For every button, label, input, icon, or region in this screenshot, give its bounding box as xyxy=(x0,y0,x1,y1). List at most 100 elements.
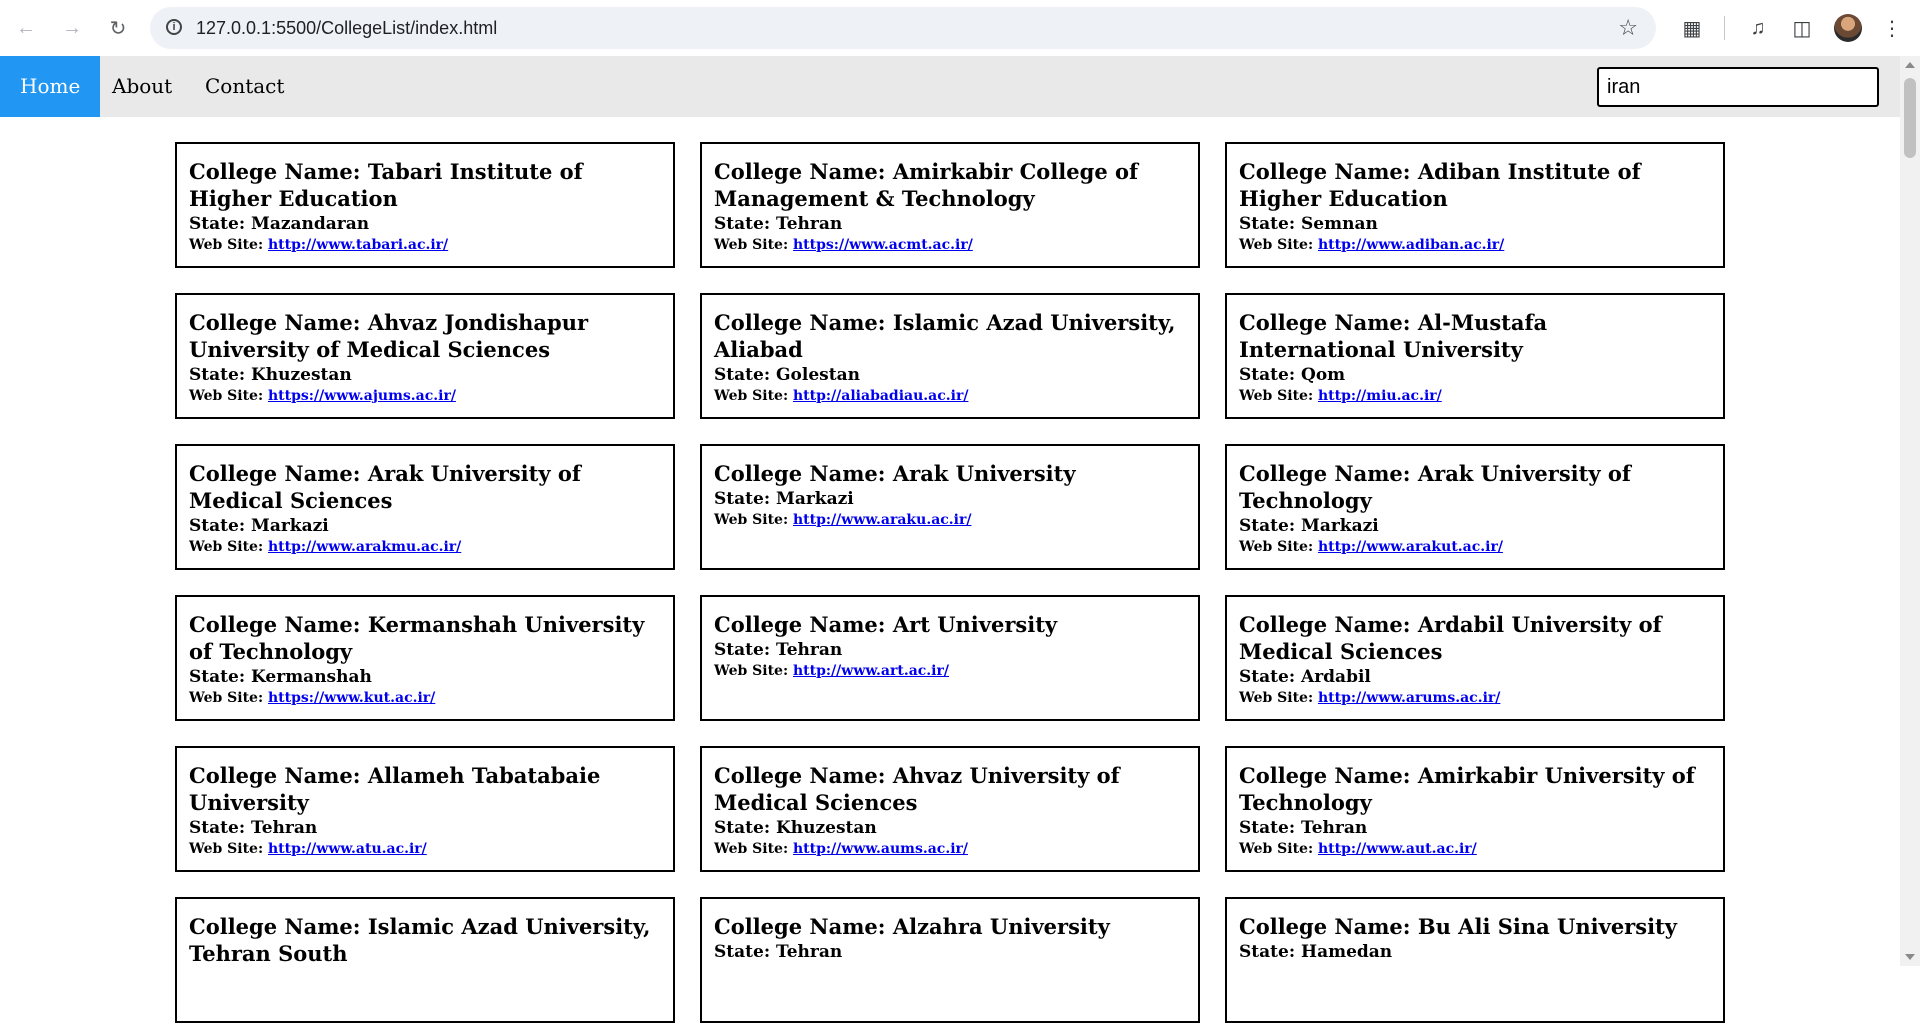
college-name: College Name: Allameh Tabatabaie Univers… xyxy=(189,762,661,816)
college-state: State: Tehran xyxy=(189,816,661,840)
college-card: College Name: Bu Ali Sina University Stat… xyxy=(1225,897,1725,1023)
site-info-icon[interactable]: i xyxy=(166,19,182,35)
state-value: Qom xyxy=(1301,365,1346,385)
college-state: State: Hamedan xyxy=(1239,940,1711,964)
website-label: Web Site: xyxy=(714,512,793,528)
college-card: College Name: Ahvaz Jondishapur Universi… xyxy=(175,293,675,419)
college-name-value: Art University xyxy=(892,612,1058,637)
college-name: College Name: Arak University of Medical… xyxy=(189,460,661,514)
website-link[interactable]: https://www.kut.ac.ir/ xyxy=(268,690,435,706)
college-name: College Name: Islamic Azad University, T… xyxy=(189,913,661,967)
bookmark-star-icon[interactable]: ☆ xyxy=(1618,15,1638,41)
back-arrow-icon[interactable]: ← xyxy=(10,12,42,44)
nav-contact[interactable]: Contact xyxy=(185,56,304,117)
college-name-label: College Name: xyxy=(714,159,893,184)
toolbar-divider xyxy=(1724,16,1725,40)
scroll-thumb[interactable] xyxy=(1904,78,1916,158)
website-label: Web Site: xyxy=(189,237,268,253)
state-value: Tehran xyxy=(1301,818,1368,838)
website-link[interactable]: http://www.arakut.ac.ir/ xyxy=(1318,539,1503,555)
website-link[interactable]: https://www.acmt.ac.ir/ xyxy=(793,237,973,253)
state-value: Kermanshah xyxy=(251,667,372,687)
college-website: Web Site: https://www.acmt.ac.ir/ xyxy=(714,236,1186,254)
page-scrollbar[interactable] xyxy=(1900,56,1920,966)
college-state: State: Tehran xyxy=(714,638,1186,662)
website-link[interactable]: http://www.tabari.ac.ir/ xyxy=(268,237,448,253)
extensions-puzzle-icon[interactable]: ▦ xyxy=(1676,12,1708,44)
website-link[interactable]: http://www.aut.ac.ir/ xyxy=(1318,841,1477,857)
profile-avatar[interactable] xyxy=(1834,14,1862,42)
website-link[interactable]: http://www.araku.ac.ir/ xyxy=(793,512,971,528)
college-name: College Name: Ahvaz Jondishapur Universi… xyxy=(189,309,661,363)
address-bar[interactable]: i 127.0.0.1:5500/CollegeList/index.html … xyxy=(150,7,1656,49)
website-link[interactable]: http://www.arums.ac.ir/ xyxy=(1318,690,1500,706)
state-label: State: xyxy=(189,818,252,838)
college-card: College Name: Alzahra University State: T… xyxy=(700,897,1200,1023)
state-value: Tehran xyxy=(776,942,843,962)
website-link[interactable]: http://aliabadiau.ac.ir/ xyxy=(793,388,968,404)
college-card: College Name: Amirkabir College of Manag… xyxy=(700,142,1200,268)
college-name: College Name: Amirkabir College of Manag… xyxy=(714,158,1186,212)
website-link[interactable]: http://www.aums.ac.ir/ xyxy=(793,841,968,857)
browser-toolbar: ← → ↻ i 127.0.0.1:5500/CollegeList/index… xyxy=(0,0,1920,56)
college-state: State: Kermanshah xyxy=(189,665,661,689)
college-website: Web Site: http://www.art.ac.ir/ xyxy=(714,662,1186,680)
college-name-value: Alzahra University xyxy=(892,914,1110,939)
college-name-label: College Name: xyxy=(189,763,368,788)
college-name: College Name: Tabari Institute of Higher… xyxy=(189,158,661,212)
media-queue-icon[interactable]: ♫ xyxy=(1742,12,1774,44)
college-website: Web Site: http://www.aut.ac.ir/ xyxy=(1239,840,1711,858)
college-card: College Name: Al-Mustafa International U… xyxy=(1225,293,1725,419)
menu-dots-icon[interactable]: ⋮ xyxy=(1876,12,1908,44)
college-card: College Name: Arak University of Technol… xyxy=(1225,444,1725,570)
college-state: State: Ardabil xyxy=(1239,665,1711,689)
college-state: State: Mazandaran xyxy=(189,212,661,236)
website-label: Web Site: xyxy=(714,663,793,679)
website-link[interactable]: http://miu.ac.ir/ xyxy=(1318,388,1442,404)
college-website: Web Site: http://www.arakmu.ac.ir/ xyxy=(189,538,661,556)
website-link[interactable]: http://www.atu.ac.ir/ xyxy=(268,841,427,857)
college-name: College Name: Al-Mustafa International U… xyxy=(1239,309,1711,363)
college-name: College Name: Ahvaz University of Medica… xyxy=(714,762,1186,816)
website-label: Web Site: xyxy=(714,237,793,253)
website-link[interactable]: http://www.adiban.ac.ir/ xyxy=(1318,237,1504,253)
state-value: Markazi xyxy=(776,489,854,509)
side-panel-icon[interactable]: ◫ xyxy=(1786,12,1818,44)
reload-icon[interactable]: ↻ xyxy=(102,12,134,44)
state-value: Golestan xyxy=(776,365,860,385)
college-state: State: Markazi xyxy=(189,514,661,538)
college-state: State: Golestan xyxy=(714,363,1186,387)
state-value: Tehran xyxy=(776,214,843,234)
search-input[interactable] xyxy=(1597,67,1879,107)
college-website: Web Site: http://www.araku.ac.ir/ xyxy=(714,511,1186,529)
college-website: Web Site: http://miu.ac.ir/ xyxy=(1239,387,1711,405)
college-website: Web Site: http://www.tabari.ac.ir/ xyxy=(189,236,661,254)
college-card: College Name: Ahvaz University of Medica… xyxy=(700,746,1200,872)
website-link[interactable]: http://www.arakmu.ac.ir/ xyxy=(268,539,461,555)
college-name-label: College Name: xyxy=(714,914,893,939)
college-card: College Name: Amirkabir University of Te… xyxy=(1225,746,1725,872)
state-label: State: xyxy=(1239,365,1302,385)
state-label: State: xyxy=(714,365,777,385)
nav-home[interactable]: Home xyxy=(0,56,101,117)
website-link[interactable]: https://www.ajums.ac.ir/ xyxy=(268,388,456,404)
website-link[interactable]: http://www.art.ac.ir/ xyxy=(793,663,949,679)
nav-about[interactable]: About xyxy=(92,56,192,117)
state-label: State: xyxy=(1239,214,1302,234)
forward-arrow-icon[interactable]: → xyxy=(56,12,88,44)
college-name-label: College Name: xyxy=(714,310,893,335)
scroll-up-arrow-icon[interactable] xyxy=(1905,62,1915,68)
college-name: College Name: Art University xyxy=(714,611,1186,638)
college-name-label: College Name: xyxy=(1239,461,1418,486)
state-value: Markazi xyxy=(251,516,329,536)
college-state: State: Semnan xyxy=(1239,212,1711,236)
website-label: Web Site: xyxy=(1239,539,1318,555)
college-name: College Name: Bu Ali Sina University xyxy=(1239,913,1711,940)
state-label: State: xyxy=(714,640,777,660)
state-value: Mazandaran xyxy=(251,214,370,234)
college-state: State: Tehran xyxy=(714,212,1186,236)
address-url[interactable]: 127.0.0.1:5500/CollegeList/index.html xyxy=(196,18,497,39)
website-label: Web Site: xyxy=(714,841,793,857)
college-card: College Name: Kermanshah University of T… xyxy=(175,595,675,721)
scroll-down-arrow-icon[interactable] xyxy=(1905,954,1915,960)
